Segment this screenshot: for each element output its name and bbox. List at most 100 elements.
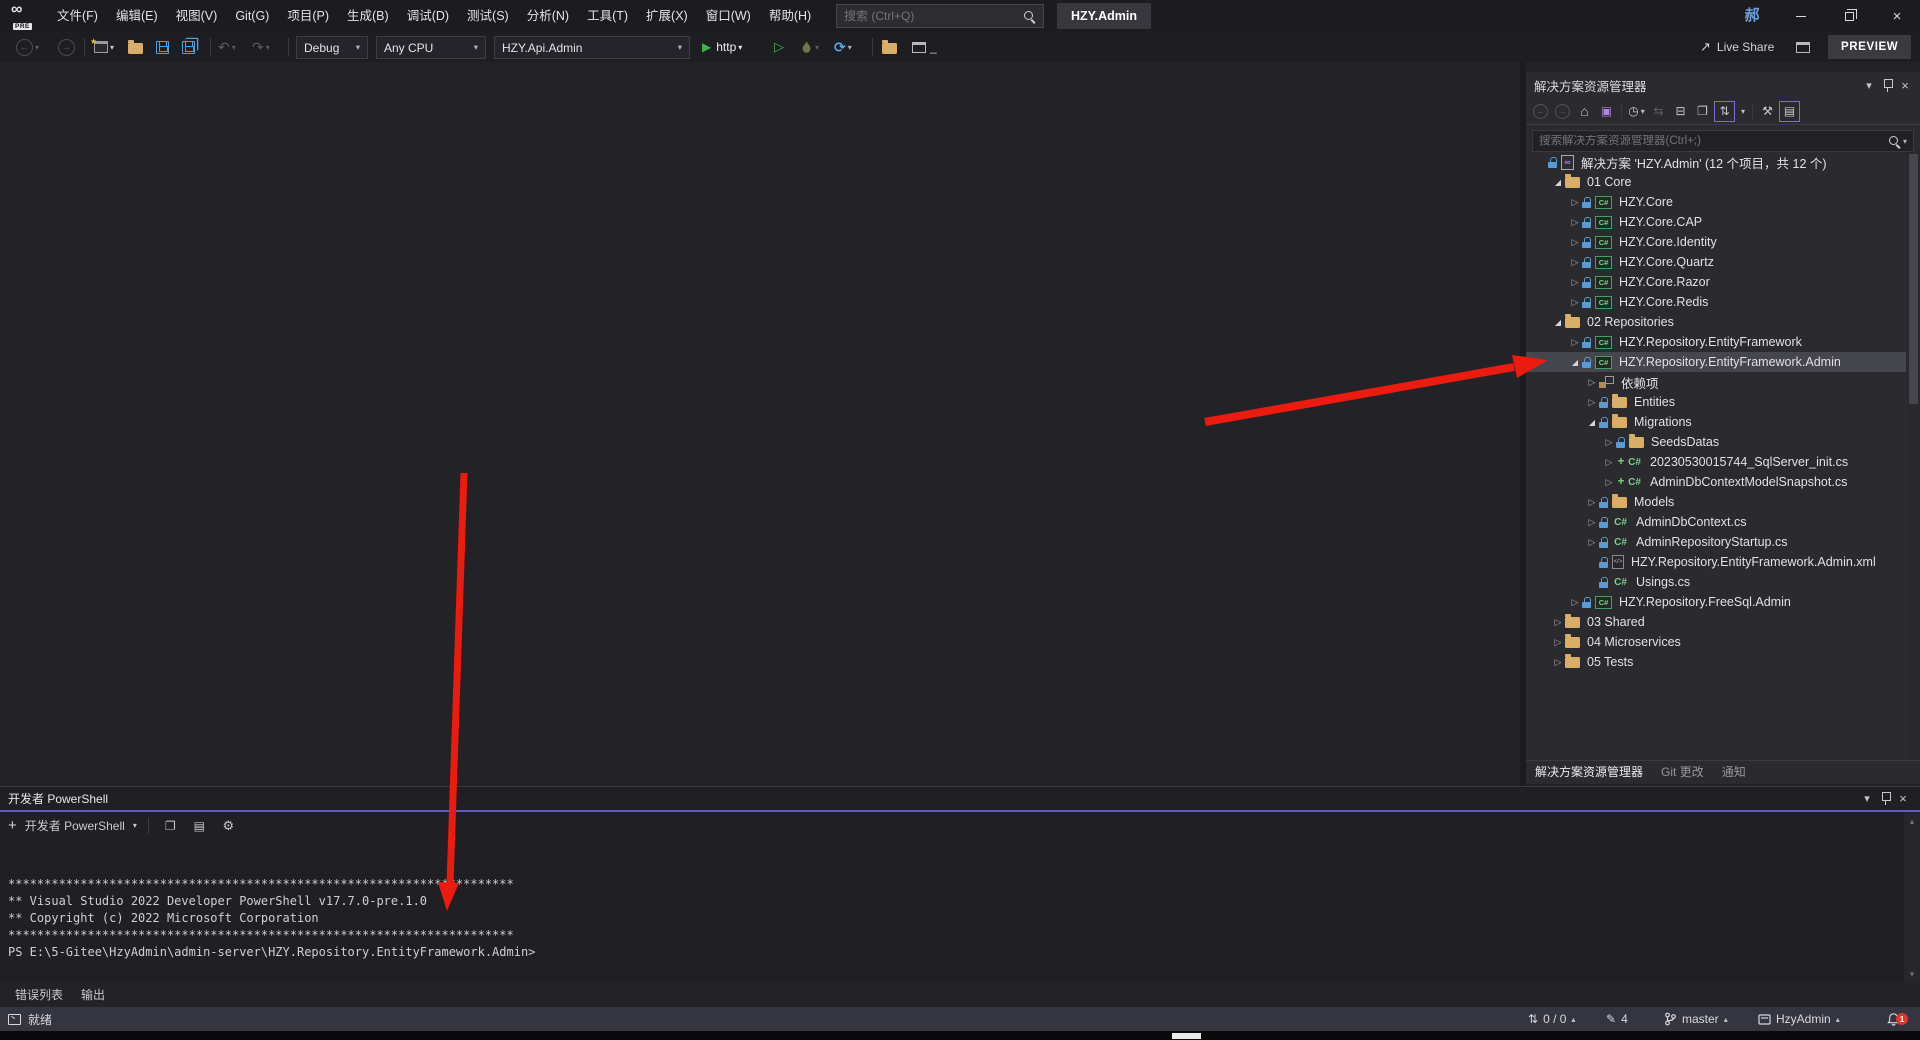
tree-item[interactable]: + HZY.Core.Redis: [1526, 292, 1906, 312]
tree-scrollbar[interactable]: [1907, 152, 1920, 760]
solution-search-box[interactable]: ▾: [1532, 130, 1914, 152]
window-position-button[interactable]: ▾: [1860, 76, 1878, 94]
menu-item[interactable]: 视图(V): [167, 0, 227, 32]
tree-item[interactable]: + 解决方案 'HZY.Admin' (12 个项目，共 12 个): [1526, 152, 1906, 172]
expander-icon[interactable]: [1568, 257, 1582, 268]
home-button[interactable]: ⌂: [1574, 101, 1595, 122]
expander-icon[interactable]: [1568, 237, 1582, 248]
tree-item[interactable]: + Usings.cs: [1526, 572, 1906, 592]
menu-item[interactable]: 编辑(E): [107, 0, 167, 32]
notifications-button[interactable]: 1: [1886, 1007, 1901, 1031]
tree-item[interactable]: + 依赖项: [1526, 372, 1906, 392]
pin-button[interactable]: [1878, 76, 1896, 94]
properties-button[interactable]: ⚒: [1757, 101, 1778, 122]
sync-with-active-document-toggle[interactable]: ⇅: [1714, 101, 1735, 122]
expander-icon[interactable]: [1551, 617, 1565, 628]
close-window-button[interactable]: ×: [1874, 0, 1920, 32]
expander-icon[interactable]: [1568, 217, 1582, 228]
tree-item[interactable]: + Entities: [1526, 392, 1906, 412]
live-share-button[interactable]: ↗Live Share: [1700, 32, 1774, 62]
search-icon[interactable]: [1023, 10, 1036, 23]
tree-item[interactable]: + HZY.Repository.EntityFramework.Admin.x…: [1526, 552, 1906, 572]
menu-item[interactable]: 分析(N): [518, 0, 578, 32]
tool-window-tab[interactable]: 解决方案资源管理器: [1526, 761, 1652, 784]
tree-item[interactable]: + HZY.Core: [1526, 192, 1906, 212]
expander-icon[interactable]: [1585, 497, 1599, 508]
configuration-dropdown[interactable]: Debug▾: [296, 36, 368, 59]
expander-icon[interactable]: [1585, 377, 1599, 388]
active-solution-badge[interactable]: HZY.Admin: [1057, 3, 1151, 29]
new-project-button[interactable]: ▾: [94, 32, 114, 62]
preview-features-button[interactable]: PREVIEW: [1828, 35, 1911, 59]
terminal-settings-button[interactable]: ⚙: [218, 815, 239, 836]
tree-item[interactable]: + Migrations: [1526, 412, 1906, 432]
show-all-files-button[interactable]: ❐: [1692, 101, 1713, 122]
menu-item[interactable]: 项目(P): [278, 0, 338, 32]
expander-icon[interactable]: [1585, 517, 1599, 528]
preview-selected-items-toggle[interactable]: ▤: [1779, 101, 1800, 122]
expander-icon[interactable]: [1568, 277, 1582, 288]
menu-item[interactable]: 工具(T): [578, 0, 637, 32]
feedback-button[interactable]: [1796, 32, 1810, 62]
menu-item[interactable]: Git(G): [226, 0, 278, 32]
expander-icon[interactable]: [1568, 297, 1582, 308]
platform-dropdown[interactable]: Any CPU▾: [376, 36, 486, 59]
close-panel-button[interactable]: ×: [1894, 790, 1912, 808]
menu-item[interactable]: 窗口(W): [697, 0, 760, 32]
menu-item[interactable]: 生成(B): [338, 0, 398, 32]
menu-item[interactable]: 帮助(H): [760, 0, 820, 32]
commit-sync-status[interactable]: ⇅ 0 / 0 ▴: [1528, 1007, 1575, 1031]
expander-icon[interactable]: [1585, 417, 1599, 427]
sync-button[interactable]: ⇆: [1648, 101, 1669, 122]
tree-item[interactable]: + 05 Tests: [1526, 652, 1906, 672]
tree-item[interactable]: + 20230530015744_SqlServer_init.cs: [1526, 452, 1906, 472]
close-panel-button[interactable]: ×: [1896, 76, 1914, 94]
forward-button[interactable]: →: [1552, 101, 1573, 122]
redo-button[interactable]: ↷▾: [252, 32, 270, 62]
search-icon[interactable]: [1888, 135, 1901, 148]
solution-search-input[interactable]: [1539, 135, 1888, 147]
start-debug-button[interactable]: ▶http▾: [702, 32, 742, 62]
expander-icon[interactable]: [1551, 637, 1565, 648]
tree-item[interactable]: + AdminDbContextModelSnapshot.cs: [1526, 472, 1906, 492]
hot-reload-button[interactable]: ▾: [800, 32, 819, 62]
undo-button[interactable]: ↶▾: [218, 32, 236, 62]
expander-icon[interactable]: [1585, 397, 1599, 408]
terminal-instance-dropdown[interactable]: 开发者 PowerShell▾: [25, 817, 137, 834]
user-avatar[interactable]: 郝: [1740, 5, 1764, 27]
open-folder-button[interactable]: [128, 32, 143, 62]
navigate-back-button[interactable]: ←▾: [16, 32, 39, 62]
tree-item[interactable]: + 04 Microservices: [1526, 632, 1906, 652]
pin-button[interactable]: [1876, 790, 1894, 808]
scrollbar-thumb[interactable]: [1909, 154, 1918, 404]
save-all-button[interactable]: [182, 32, 195, 62]
expander-icon[interactable]: [1551, 317, 1565, 327]
tree-item[interactable]: + AdminRepositoryStartup.cs: [1526, 532, 1906, 552]
tool-window-tab[interactable]: Git 更改: [1652, 761, 1713, 784]
tree-item[interactable]: + HZY.Core.Razor: [1526, 272, 1906, 292]
new-terminal-button[interactable]: +: [8, 817, 17, 834]
back-button[interactable]: ←: [1530, 101, 1551, 122]
expander-icon[interactable]: [1602, 457, 1616, 468]
menu-item[interactable]: 测试(S): [458, 0, 518, 32]
tool-window-tab[interactable]: 输出: [72, 983, 114, 1007]
git-branch-status[interactable]: master ▴: [1664, 1007, 1728, 1031]
expander-icon[interactable]: [1568, 597, 1582, 608]
sync-dropdown[interactable]: ▾: [1736, 101, 1748, 122]
tree-item[interactable]: + 03 Shared: [1526, 612, 1906, 632]
menu-item[interactable]: 扩展(X): [637, 0, 697, 32]
tree-item[interactable]: + HZY.Core.Identity: [1526, 232, 1906, 252]
switch-views-button[interactable]: ▣: [1596, 101, 1617, 122]
minimize-button[interactable]: [1778, 0, 1824, 32]
collapse-all-button[interactable]: ⊟: [1670, 101, 1691, 122]
refresh-button[interactable]: ⟳▾: [834, 32, 852, 62]
restore-button[interactable]: [1826, 0, 1872, 32]
tree-item[interactable]: + HZY.Repository.EntityFramework: [1526, 332, 1906, 352]
editor-area[interactable]: [0, 62, 1520, 786]
quick-search-input[interactable]: [844, 9, 1023, 23]
terminal-output[interactable]: ****************************************…: [0, 839, 1898, 981]
terminal-scrollbar[interactable]: ▴ ▾: [1904, 813, 1920, 983]
scroll-down-icon[interactable]: ▾: [1910, 969, 1915, 980]
tree-item[interactable]: + 01 Core: [1526, 172, 1906, 192]
quick-search-box[interactable]: [836, 4, 1044, 28]
